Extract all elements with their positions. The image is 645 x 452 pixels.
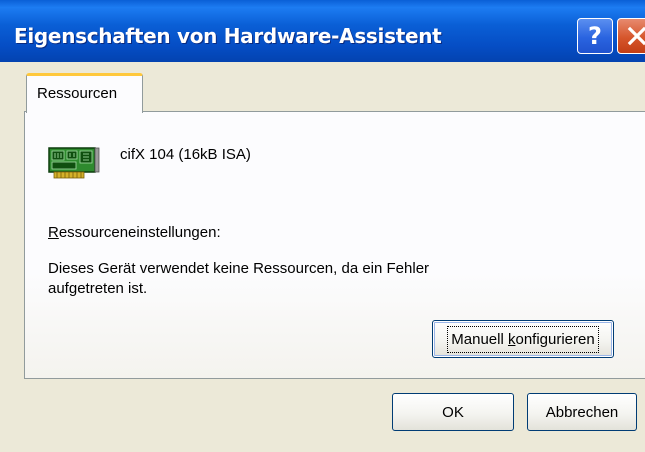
manual-configure-text-2: onfigurieren: [515, 330, 595, 348]
properties-dialog: Eigenschaften von Hardware-Assistent ? R…: [0, 0, 645, 452]
help-icon: ?: [588, 22, 602, 50]
manual-configure-text-1: Manuell: [451, 330, 508, 348]
tab-ressourcen[interactable]: Ressourcen: [26, 73, 143, 113]
manual-configure-button[interactable]: Manuell konfigurieren: [432, 320, 614, 358]
close-button[interactable]: [617, 18, 645, 54]
ok-button[interactable]: OK: [392, 393, 514, 431]
title-bar[interactable]: Eigenschaften von Hardware-Assistent ?: [0, 0, 645, 62]
resource-settings-label: Ressourceneinstellungen:: [48, 224, 221, 241]
cancel-button[interactable]: Abbrechen: [527, 393, 637, 431]
resource-status-text: Dieses Gerät verwendet keine Ressourcen,…: [48, 260, 430, 297]
tab-label: Ressourcen: [37, 85, 118, 102]
resource-settings-text: essourceneinstellungen:: [58, 224, 221, 241]
help-button[interactable]: ?: [577, 18, 613, 54]
resource-settings-accel: R: [48, 224, 59, 241]
window-title: Eigenschaften von Hardware-Assistent: [14, 24, 442, 48]
close-icon: [627, 26, 645, 46]
device-name: cifX 104 (16kB ISA): [120, 146, 251, 163]
manual-configure-label: Manuell konfigurieren: [447, 325, 599, 353]
circuit-board-icon: [48, 145, 100, 186]
